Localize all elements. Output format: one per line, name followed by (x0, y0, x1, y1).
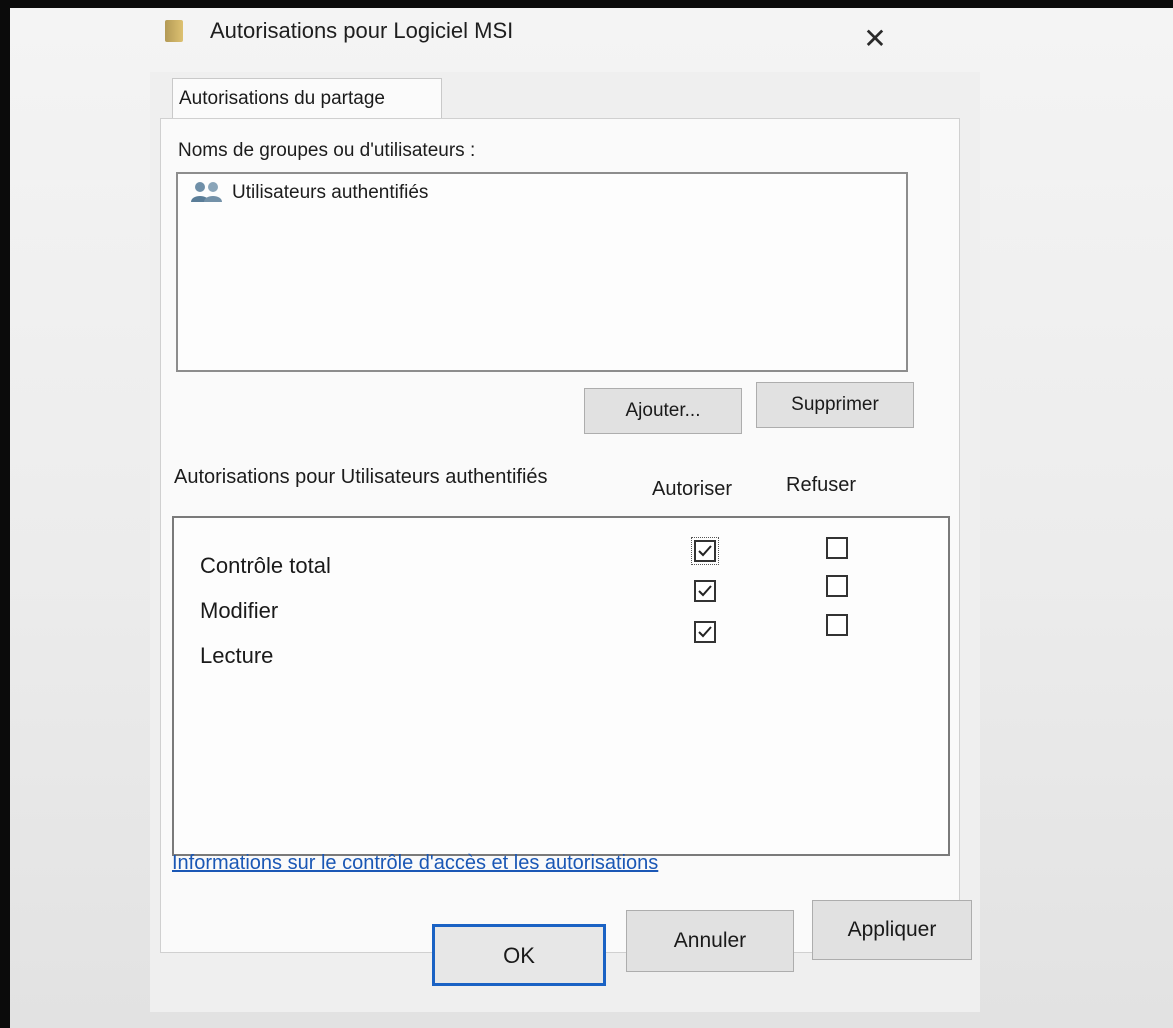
apply-button[interactable]: Appliquer (812, 900, 972, 960)
users-group-icon (190, 180, 224, 204)
groups-label: Noms de groupes ou d'utilisateurs : (178, 140, 476, 161)
app-icon (165, 20, 183, 42)
access-control-info-link[interactable]: Informations sur le contrôle d'accès et … (172, 852, 658, 875)
allow-checkbox-modify[interactable] (694, 580, 716, 602)
permission-label-full-control: Contrôle total (200, 553, 331, 578)
tab-share-permissions[interactable]: Autorisations du partage (172, 78, 442, 118)
remove-button[interactable]: Supprimer (756, 382, 914, 428)
allow-checkbox-read[interactable] (694, 621, 716, 643)
deny-checkbox-read[interactable] (826, 614, 848, 636)
deny-column-header: Refuser (786, 474, 857, 496)
deny-checkbox-full-control[interactable] (826, 537, 848, 559)
list-item-user[interactable]: Utilisateurs authentifiés (232, 182, 428, 204)
ok-button[interactable]: OK (432, 924, 606, 986)
permission-label-read: Lecture (200, 643, 274, 668)
window-title: Autorisations pour Logiciel MSI (210, 18, 514, 43)
close-icon[interactable]: ✕ (858, 22, 892, 56)
allow-checkbox-full-control[interactable] (691, 537, 719, 565)
permission-label-modify: Modifier (200, 598, 279, 623)
cancel-button[interactable]: Annuler (626, 910, 794, 972)
add-button[interactable]: Ajouter... (584, 388, 742, 434)
permissions-title: Autorisations pour Utilisateurs authenti… (174, 466, 548, 488)
deny-checkbox-modify[interactable] (826, 575, 848, 597)
allow-column-header: Autoriser (652, 478, 733, 500)
